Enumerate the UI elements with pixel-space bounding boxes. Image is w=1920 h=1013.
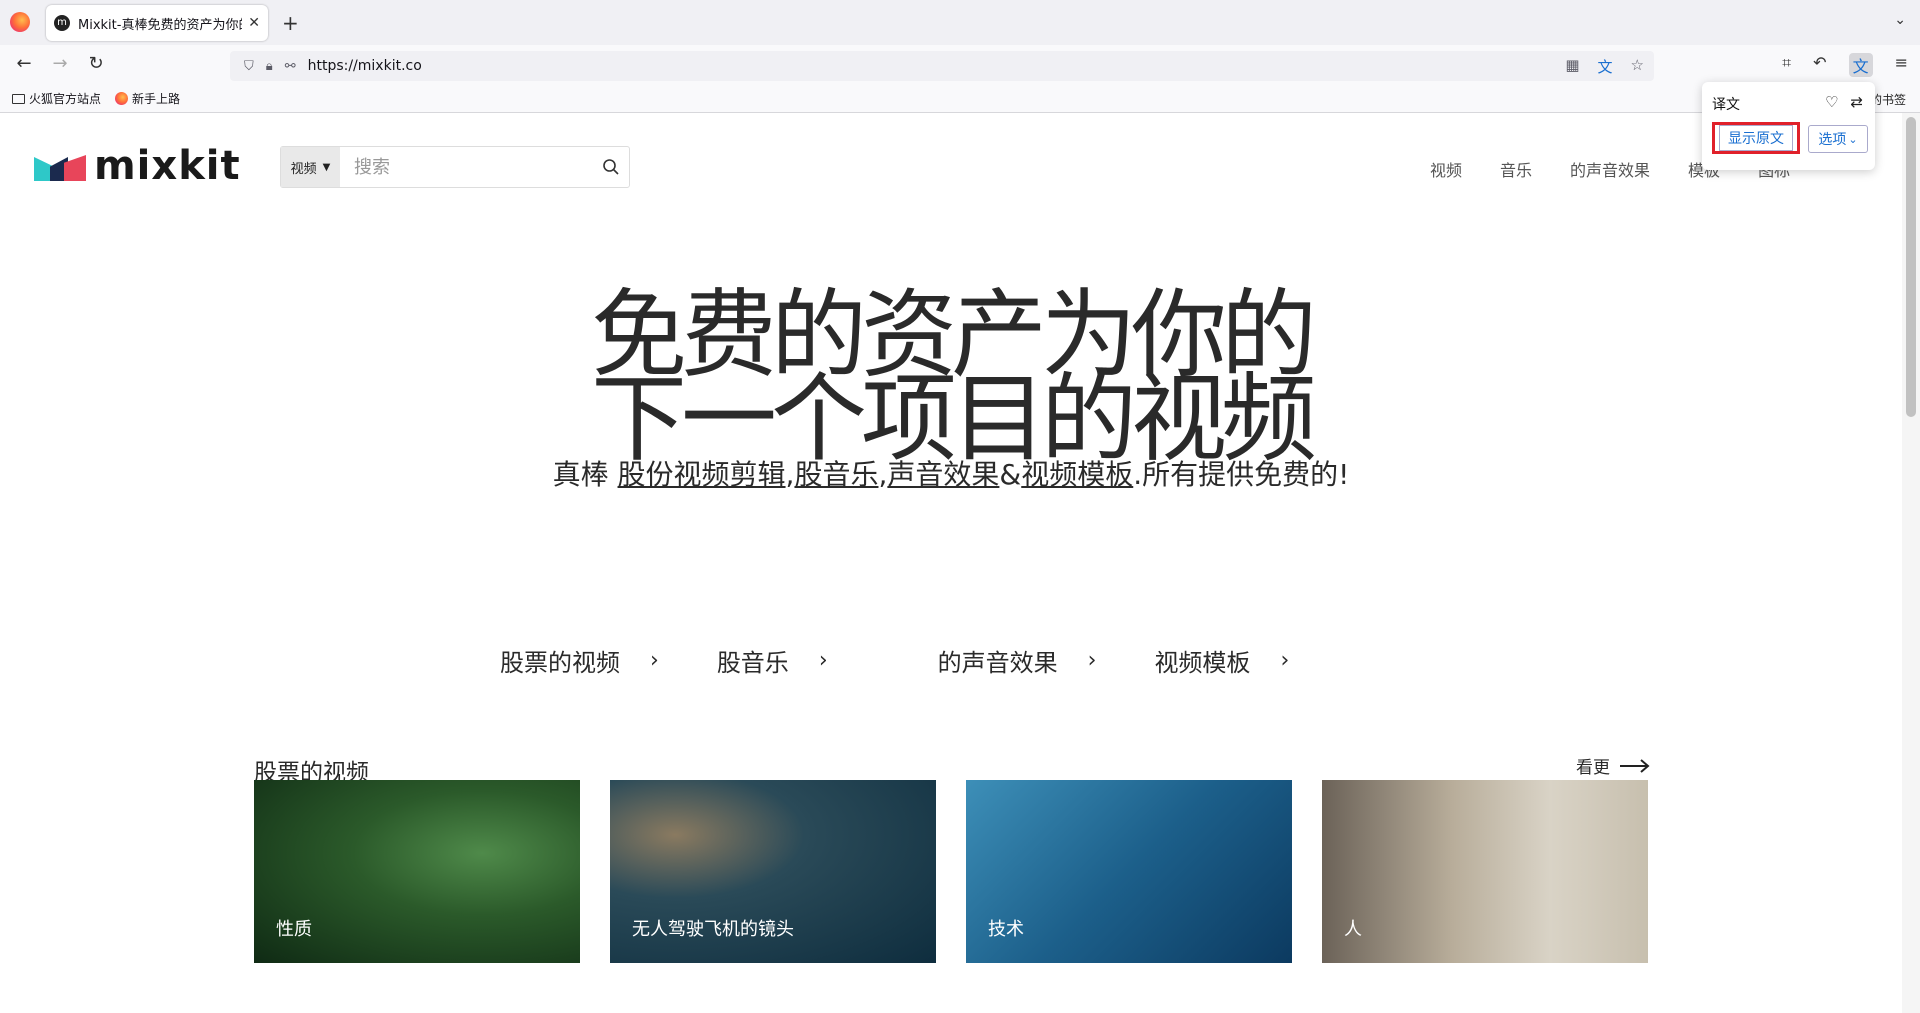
hero-title: 免费的资产为你的 下一个项目的视频 [591,287,1317,475]
category-label: 股票的视频 [500,649,620,677]
mixkit-logo[interactable]: mixkit [34,143,241,189]
video-card-nature[interactable]: 性质 [254,780,580,963]
chevron-right-icon: › [1087,648,1097,673]
hero-subtitle: 真棒 股份视频剪辑,股音乐,声音效果&视频模板.所有提供免费的! [0,453,1902,493]
card-label: 性质 [276,919,312,940]
options-label: 选项 [1818,132,1847,148]
category-links: 股票的视频 › 股音乐 › 的声音效果 › 视频模板 › [500,643,1347,678]
active-tab[interactable]: m Mixkit-真棒免费的资产为你的下一个 ✕ [46,5,268,41]
firefox-logo-icon[interactable] [10,12,30,32]
show-original-label: 显示原文 [1719,125,1793,151]
video-card-drone[interactable]: 无人驾驶飞机的镜头 [610,780,936,963]
category-stock-music[interactable]: 股音乐 › [717,643,828,678]
heart-icon[interactable]: ♡ [1825,93,1838,111]
caret-down-icon: ▼ [322,161,331,173]
crop-icon[interactable]: ⌗ [1782,53,1791,77]
video-card-people[interactable]: 人 [1322,780,1648,963]
tab-title: Mixkit-真棒免费的资产为你的下一个 [78,17,242,33]
hero: 免费的资产为你的 下一个项目的视频 [0,287,1902,475]
forward-icon[interactable]: → [48,53,72,74]
list-all-tabs-icon[interactable]: ⌄ [1894,12,1906,28]
reload-icon[interactable]: ↻ [84,53,108,74]
other-bookmarks[interactable]: 的书签 [1870,91,1906,108]
bookmark-item[interactable]: 火狐官方站点 [12,90,101,107]
video-templates-link[interactable]: 视频模板 [1021,458,1133,491]
nav-videos[interactable]: 视频 [1430,157,1462,181]
stock-video-link[interactable]: 股份视频剪辑 [618,458,786,491]
translate-extension-icon[interactable]: 文 [1848,53,1873,77]
swap-icon[interactable]: ⇄ [1850,93,1863,111]
navigation-toolbar: ← → ↻ ⛉ 🔒︎ ⚯ https://mixkit.co ▦ 文 ☆ ⌗ ↶… [0,45,1920,85]
scrollbar[interactable] [1902,113,1920,1013]
stock-music-link[interactable]: 股音乐 [794,458,878,491]
logo-text: mixkit [94,143,241,189]
url-text[interactable]: https://mixkit.co [308,58,422,74]
menu-icon[interactable]: ≡ [1895,53,1908,77]
toolbar-right: ⌗ ↶ 文 ≡ [1782,53,1908,77]
translate-icon[interactable]: 文 [1598,56,1613,77]
bookmark-label: 新手上路 [132,92,181,106]
tab-close-icon[interactable]: ✕ [248,15,260,31]
video-grid: 性质 无人驾驶飞机的镜头 技术 人 [254,780,1648,963]
nav-music[interactable]: 音乐 [1500,157,1532,181]
card-label: 无人驾驶飞机的镜头 [632,919,794,940]
popup-icons: ♡ ⇄ [1825,93,1863,111]
chevron-right-icon: › [818,648,828,673]
nav-sound-effects[interactable]: 的声音效果 [1570,157,1650,181]
see-more-label: 看更 [1576,758,1610,778]
arrow-right-icon [1620,758,1650,773]
category-label: 视频模板 [1154,649,1251,677]
search-type-select[interactable]: 视频 ▼ [281,147,341,187]
see-more-link[interactable]: 看更 [1576,753,1650,778]
back-icon[interactable]: ← [12,53,36,74]
shield-icon[interactable]: ⛉ [244,59,254,74]
bookmark-label: 火狐官方站点 [29,92,102,106]
url-bar[interactable]: ⛉ 🔒︎ ⚯ https://mixkit.co ▦ 文 ☆ [230,51,1654,81]
card-label: 技术 [988,919,1024,940]
tab-favicon-icon: m [54,15,70,31]
search-icon[interactable] [593,147,629,187]
qr-code-icon[interactable]: ▦ [1565,56,1579,77]
category-stock-video[interactable]: 股票的视频 › [500,643,659,678]
search-bar: 视频 ▼ [280,146,630,188]
page-content: mixkit 视频 ▼ 视频 音乐 的声音效果 模板 图标 免费的资产为你的 下… [0,113,1902,1013]
show-original-button[interactable]: 显示原文 [1712,122,1800,154]
tab-bar: m Mixkit-真棒免费的资产为你的下一个 ✕ + ⌄ [0,0,1920,45]
url-bar-actions: ▦ 文 ☆ [1565,56,1644,77]
separator: & [999,458,1022,491]
chevron-right-icon: › [1280,648,1290,673]
video-card-technology[interactable]: 技术 [966,780,1292,963]
hero-sub-suffix: .所有提供免费的! [1133,458,1350,491]
category-video-templates[interactable]: 视频模板 › [1154,643,1289,678]
popup-title: 译文 [1712,97,1740,113]
category-sound-effects[interactable]: 的声音效果 › [938,643,1097,678]
sound-effects-link[interactable]: 声音效果 [887,458,999,491]
category-label: 的声音效果 [937,649,1058,677]
folder-icon [12,93,25,104]
card-label: 人 [1344,919,1362,940]
bookmark-item[interactable]: 新手上路 [115,90,180,107]
hero-sub-text: 真棒 [552,458,609,491]
firefox-icon [115,92,129,105]
search-type-label: 视频 [290,161,317,177]
search-input[interactable] [340,147,594,187]
lock-icon[interactable]: 🔒︎ [266,59,273,74]
permissions-icon[interactable]: ⚯ [285,59,296,74]
chevron-down-icon: ⌄ [1848,132,1858,146]
undo-icon[interactable]: ↶ [1813,53,1826,77]
mixkit-logo-mark-icon [34,151,86,181]
new-tab-icon[interactable]: + [282,11,299,35]
hero-title-line2: 下一个项目的视频 [591,363,1317,475]
options-button[interactable]: 选项 ⌄ [1808,125,1868,153]
category-label: 股音乐 [716,649,789,677]
bookmark-star-icon[interactable]: ☆ [1631,56,1644,77]
chevron-right-icon: › [650,648,659,673]
bookmarks-toolbar: 火狐官方站点 新手上路 的书签 [0,85,1920,113]
translate-popup: 译文 ♡ ⇄ 显示原文 选项 ⌄ [1702,82,1875,170]
scrollbar-thumb[interactable] [1906,117,1916,417]
